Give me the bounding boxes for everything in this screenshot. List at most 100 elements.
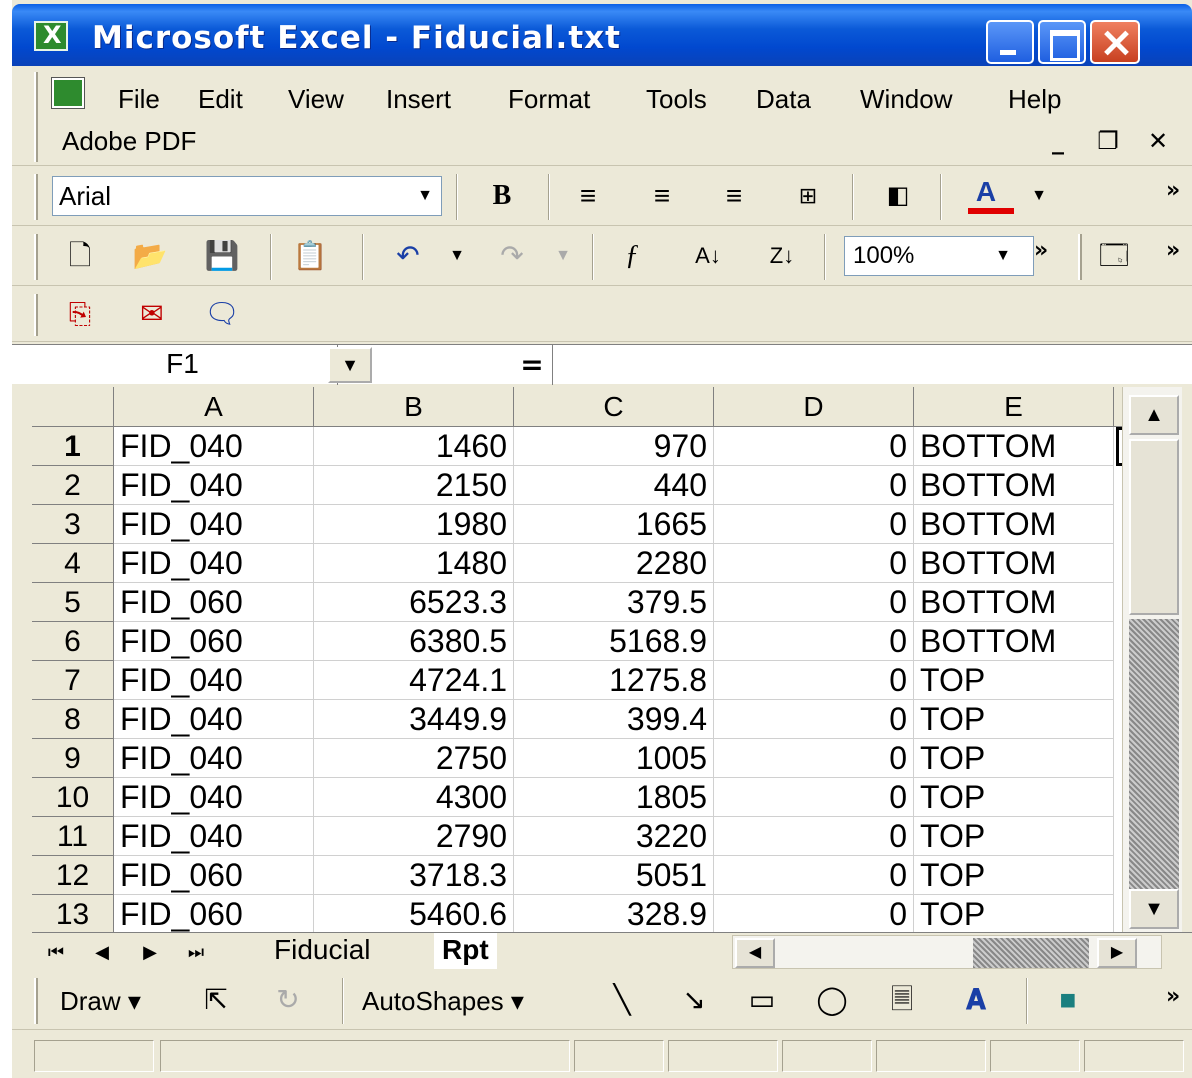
cell-e4[interactable]: BOTTOM — [914, 544, 1114, 583]
save-icon[interactable]: 💾 — [202, 236, 242, 276]
cell-d13[interactable]: 0 — [714, 895, 914, 932]
title-bar[interactable]: Microsoft Excel - Fiducial.txt — [12, 4, 1192, 66]
cell-c13[interactable]: 328.9 — [514, 895, 714, 932]
align-center-icon[interactable]: ≡ — [642, 176, 682, 216]
cell-a7[interactable]: FID_040 — [114, 661, 314, 700]
text-box-icon[interactable]: 🗏 — [882, 980, 922, 1020]
row-header[interactable]: 10 — [32, 778, 114, 817]
menu-view[interactable]: View — [288, 84, 344, 115]
cell-e1[interactable]: BOTTOM — [914, 427, 1114, 466]
cell-b8[interactable]: 3449.9 — [314, 700, 514, 739]
font-name-select[interactable]: Arial — [52, 176, 442, 216]
cell-a3[interactable]: FID_040 — [114, 505, 314, 544]
doc-restore-icon[interactable]: ❐ — [1092, 126, 1124, 156]
menu-adobe-pdf[interactable]: Adobe PDF — [62, 126, 196, 157]
cell-d3[interactable]: 0 — [714, 505, 914, 544]
autoshapes-menu[interactable]: AutoShapes ▾ — [362, 986, 524, 1017]
row-header[interactable]: 12 — [32, 856, 114, 895]
font-color-dropdown-icon[interactable]: ▼ — [1026, 178, 1052, 214]
sort-ascending-icon[interactable]: A↓ — [688, 236, 728, 276]
align-right-icon[interactable]: ≡ — [714, 176, 754, 216]
cell-a9[interactable]: FID_040 — [114, 739, 314, 778]
worksheet-grid[interactable]: A B C D E 1 FID_040 1460 970 0 BOTTOM 2 FID_040 2150 4… — [32, 387, 1122, 932]
cell-d6[interactable]: 0 — [714, 622, 914, 661]
cell-d11[interactable]: 0 — [714, 817, 914, 856]
cell-c3[interactable]: 1665 — [514, 505, 714, 544]
cell-d5[interactable]: 0 — [714, 583, 914, 622]
name-box-dropdown-icon[interactable]: ▼ — [328, 347, 372, 383]
pdf-email-icon[interactable]: ✉ — [132, 294, 172, 334]
paste-icon[interactable]: 📋 — [290, 236, 330, 276]
toolbar-options-icon[interactable]: » — [1166, 984, 1180, 1009]
row-header[interactable]: 3 — [32, 505, 114, 544]
toolbar-options-icon[interactable]: » — [1034, 238, 1048, 263]
cell-b4[interactable]: 1480 — [314, 544, 514, 583]
cell-c10[interactable]: 1805 — [514, 778, 714, 817]
new-file-icon[interactable]: 🗋 — [60, 236, 100, 276]
cell-d12[interactable]: 0 — [714, 856, 914, 895]
column-header-a[interactable]: A — [114, 387, 314, 427]
cell-b3[interactable]: 1980 — [314, 505, 514, 544]
redo-dropdown-icon[interactable]: ▼ — [550, 238, 576, 274]
open-folder-icon[interactable]: 📂 — [130, 236, 170, 276]
formula-equals-icon[interactable]: = — [512, 345, 552, 385]
row-header[interactable]: 1 — [32, 427, 114, 466]
zoom-dropdown-icon[interactable]: ▼ — [990, 238, 1016, 274]
cell-a8[interactable]: FID_040 — [114, 700, 314, 739]
cell-d7[interactable]: 0 — [714, 661, 914, 700]
cell-b6[interactable]: 6380.5 — [314, 622, 514, 661]
menu-window[interactable]: Window — [860, 84, 952, 115]
redo-icon[interactable]: ↷ — [492, 236, 532, 276]
cell-a4[interactable]: FID_040 — [114, 544, 314, 583]
cell-b5[interactable]: 6523.3 — [314, 583, 514, 622]
cell-a11[interactable]: FID_040 — [114, 817, 314, 856]
cell-b10[interactable]: 4300 — [314, 778, 514, 817]
bold-button[interactable]: B — [482, 176, 522, 216]
doc-minimize-icon[interactable]: _ — [1042, 126, 1074, 156]
formula-input[interactable] — [552, 345, 1192, 385]
doc-close-icon[interactable]: ✕ — [1142, 126, 1174, 156]
font-color-button[interactable]: A — [966, 172, 1006, 212]
horizontal-scrollbar[interactable]: ◀ ▶ — [732, 935, 1162, 969]
cell-d8[interactable]: 0 — [714, 700, 914, 739]
menu-edit[interactable]: Edit — [198, 84, 243, 115]
decrease-indent-icon[interactable]: ◧ — [878, 176, 918, 216]
cell-c4[interactable]: 2280 — [514, 544, 714, 583]
cell-c6[interactable]: 5168.9 — [514, 622, 714, 661]
column-header-e[interactable]: E — [914, 387, 1114, 427]
menu-help[interactable]: Help — [1008, 84, 1061, 115]
font-dropdown-icon[interactable]: ▼ — [412, 178, 438, 214]
cell-e11[interactable]: TOP — [914, 817, 1114, 856]
cell-a12[interactable]: FID_060 — [114, 856, 314, 895]
cell-c2[interactable]: 440 — [514, 466, 714, 505]
undo-dropdown-icon[interactable]: ▼ — [444, 238, 470, 274]
minimize-button[interactable] — [986, 20, 1034, 64]
name-box[interactable]: F1 — [28, 345, 338, 385]
line-icon[interactable]: ╲ — [602, 980, 642, 1020]
cell-a6[interactable]: FID_060 — [114, 622, 314, 661]
cell-e13[interactable]: TOP — [914, 895, 1114, 932]
row-header[interactable]: 6 — [32, 622, 114, 661]
menu-insert[interactable]: Insert — [386, 84, 451, 115]
vertical-scrollbar[interactable]: ▲ ▼ — [1122, 387, 1182, 932]
select-all-corner[interactable] — [32, 387, 114, 427]
cell-c7[interactable]: 1275.8 — [514, 661, 714, 700]
insert-function-icon[interactable]: ƒ — [612, 236, 652, 276]
free-rotate-icon[interactable]: ↻ — [268, 980, 308, 1020]
cell-e12[interactable]: TOP — [914, 856, 1114, 895]
first-sheet-icon[interactable]: ⏮ — [38, 935, 74, 969]
row-header[interactable]: 7 — [32, 661, 114, 700]
cell-b13[interactable]: 5460.6 — [314, 895, 514, 932]
toolbar-grip[interactable] — [34, 234, 38, 280]
cell-c9[interactable]: 1005 — [514, 739, 714, 778]
arrow-icon[interactable]: ↘ — [674, 980, 714, 1020]
cell-d9[interactable]: 0 — [714, 739, 914, 778]
cell-e6[interactable]: BOTTOM — [914, 622, 1114, 661]
cell-d4[interactable]: 0 — [714, 544, 914, 583]
cell-c12[interactable]: 5051 — [514, 856, 714, 895]
sheet-tab-fiducial[interactable]: Fiducial — [266, 933, 378, 969]
cell-e7[interactable]: TOP — [914, 661, 1114, 700]
menu-file[interactable]: File — [118, 84, 160, 115]
cell-a10[interactable]: FID_040 — [114, 778, 314, 817]
cell-e8[interactable]: TOP — [914, 700, 1114, 739]
